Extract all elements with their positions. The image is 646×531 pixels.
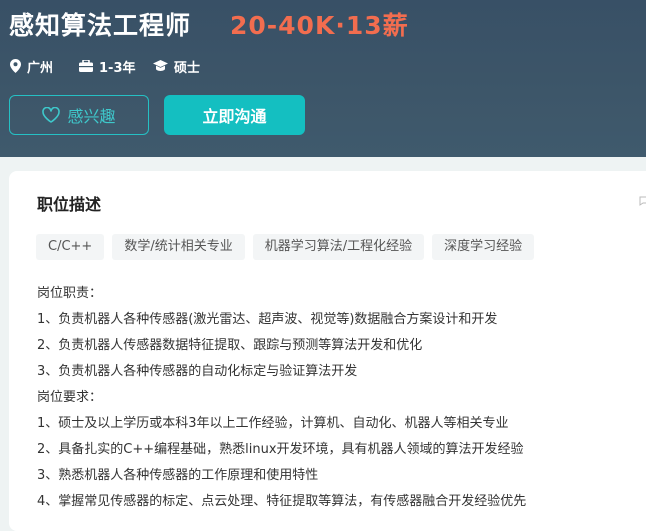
- description-line: 4、掌握常见传感器的标定、点云处理、特征提取等算法，有传感器融合开发经验优先: [37, 494, 527, 509]
- chat-bubble-icon[interactable]: [639, 196, 646, 206]
- heart-outline-icon: [42, 107, 61, 123]
- location-text: 广州: [27, 60, 54, 76]
- job-header: 感知算法工程师 20-40K·13薪 广州 1-3年 硕士 感兴趣 立即沟通: [0, 0, 646, 157]
- salary-range: 20-40K·13薪: [230, 11, 409, 40]
- job-description-text: 岗位职责： 1、负责机器人各种传感器(激光雷达、超声波、视觉等)数据融合方案设计…: [37, 281, 526, 515]
- chat-now-label: 立即沟通: [202, 107, 267, 126]
- chat-now-button[interactable]: 立即沟通: [164, 95, 305, 135]
- job-description-card: 职位描述 C/C++ 数学/统计相关专业 机器学习算法/工程化经验 深度学习经验…: [9, 171, 646, 531]
- skill-tag: C/C++: [36, 234, 105, 260]
- description-line: 1、负责机器人各种传感器(激光雷达、超声波、视觉等)数据融合方案设计和开发: [37, 312, 498, 327]
- graduation-cap-icon: [153, 60, 168, 71]
- job-title: 感知算法工程师: [9, 11, 192, 40]
- section-title: 职位描述: [37, 195, 102, 214]
- job-experience: 1-3年: [79, 57, 136, 76]
- description-line: 3、负责机器人各种传感器的自动化标定与验证算法开发: [37, 364, 358, 379]
- description-line: 2、负责机器人传感器数据特征提取、跟踪与预测等算法开发和优化: [37, 338, 423, 353]
- interest-label: 感兴趣: [67, 107, 116, 126]
- description-line: 2、具备扎实的C++编程基础，熟悉linux开发环境，具有机器人领域的算法开发经…: [37, 442, 524, 457]
- description-line: 3、熟悉机器人各种传感器的工作原理和使用特性: [37, 468, 319, 483]
- description-line: 岗位要求：: [37, 390, 103, 405]
- skill-tag: 深度学习经验: [432, 234, 535, 260]
- description-line: 1、硕士及以上学历或本科3年以上工作经验，计算机、自动化、机器人等相关专业: [37, 416, 509, 431]
- description-line: 岗位职责：: [37, 286, 103, 301]
- interest-button[interactable]: 感兴趣: [9, 95, 149, 135]
- job-location: 广州: [10, 57, 54, 76]
- briefcase-icon: [79, 60, 93, 72]
- job-degree: 硕士: [153, 57, 201, 76]
- skill-tag: 数学/统计相关专业: [112, 234, 245, 260]
- location-pin-icon: [10, 59, 21, 73]
- experience-text: 1-3年: [99, 60, 136, 76]
- skill-tag: 机器学习算法/工程化经验: [252, 234, 425, 260]
- skill-tags: C/C++ 数学/统计相关专业 机器学习算法/工程化经验 深度学习经验: [36, 234, 535, 260]
- degree-text: 硕士: [174, 60, 201, 76]
